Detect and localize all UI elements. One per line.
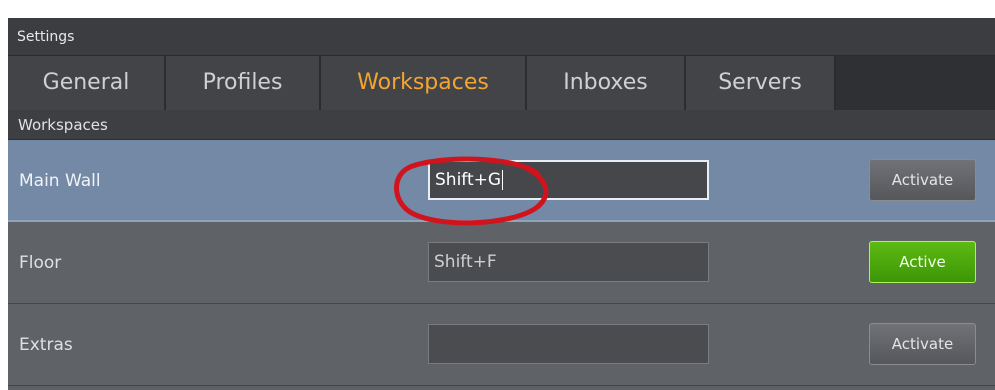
workspace-row-extras[interactable]: Extras Activate xyxy=(8,304,995,386)
active-button[interactable]: Active xyxy=(869,241,976,283)
hotkey-input[interactable] xyxy=(428,324,709,364)
activate-button[interactable]: Activate xyxy=(869,159,976,201)
tab-general[interactable]: General xyxy=(8,56,166,110)
section-header: Workspaces xyxy=(8,110,995,140)
settings-window: Settings General Profiles Workspaces Inb… xyxy=(8,18,995,390)
workspace-row-main-wall[interactable]: Main Wall Shift+G Activate xyxy=(8,140,995,222)
hotkey-value: Shift+G xyxy=(435,170,502,190)
workspace-row-floor[interactable]: Floor Shift+F Active xyxy=(8,222,995,304)
tab-servers[interactable]: Servers xyxy=(686,56,836,110)
workspace-name: Floor xyxy=(19,253,62,273)
hotkey-input[interactable]: Shift+F xyxy=(428,242,709,282)
text-caret xyxy=(502,170,504,190)
workspace-name: Extras xyxy=(19,335,73,355)
hotkey-value: Shift+F xyxy=(434,252,497,272)
tab-bar: General Profiles Workspaces Inboxes Serv… xyxy=(8,56,995,110)
tab-profiles[interactable]: Profiles xyxy=(166,56,321,110)
tab-inboxes[interactable]: Inboxes xyxy=(527,56,686,110)
workspace-name: Main Wall xyxy=(19,171,101,191)
activate-button[interactable]: Activate xyxy=(869,323,976,365)
tab-workspaces[interactable]: Workspaces xyxy=(321,56,527,110)
window-title: Settings xyxy=(8,18,995,56)
tab-bar-filler xyxy=(836,56,995,110)
hotkey-input[interactable]: Shift+G xyxy=(428,160,709,200)
